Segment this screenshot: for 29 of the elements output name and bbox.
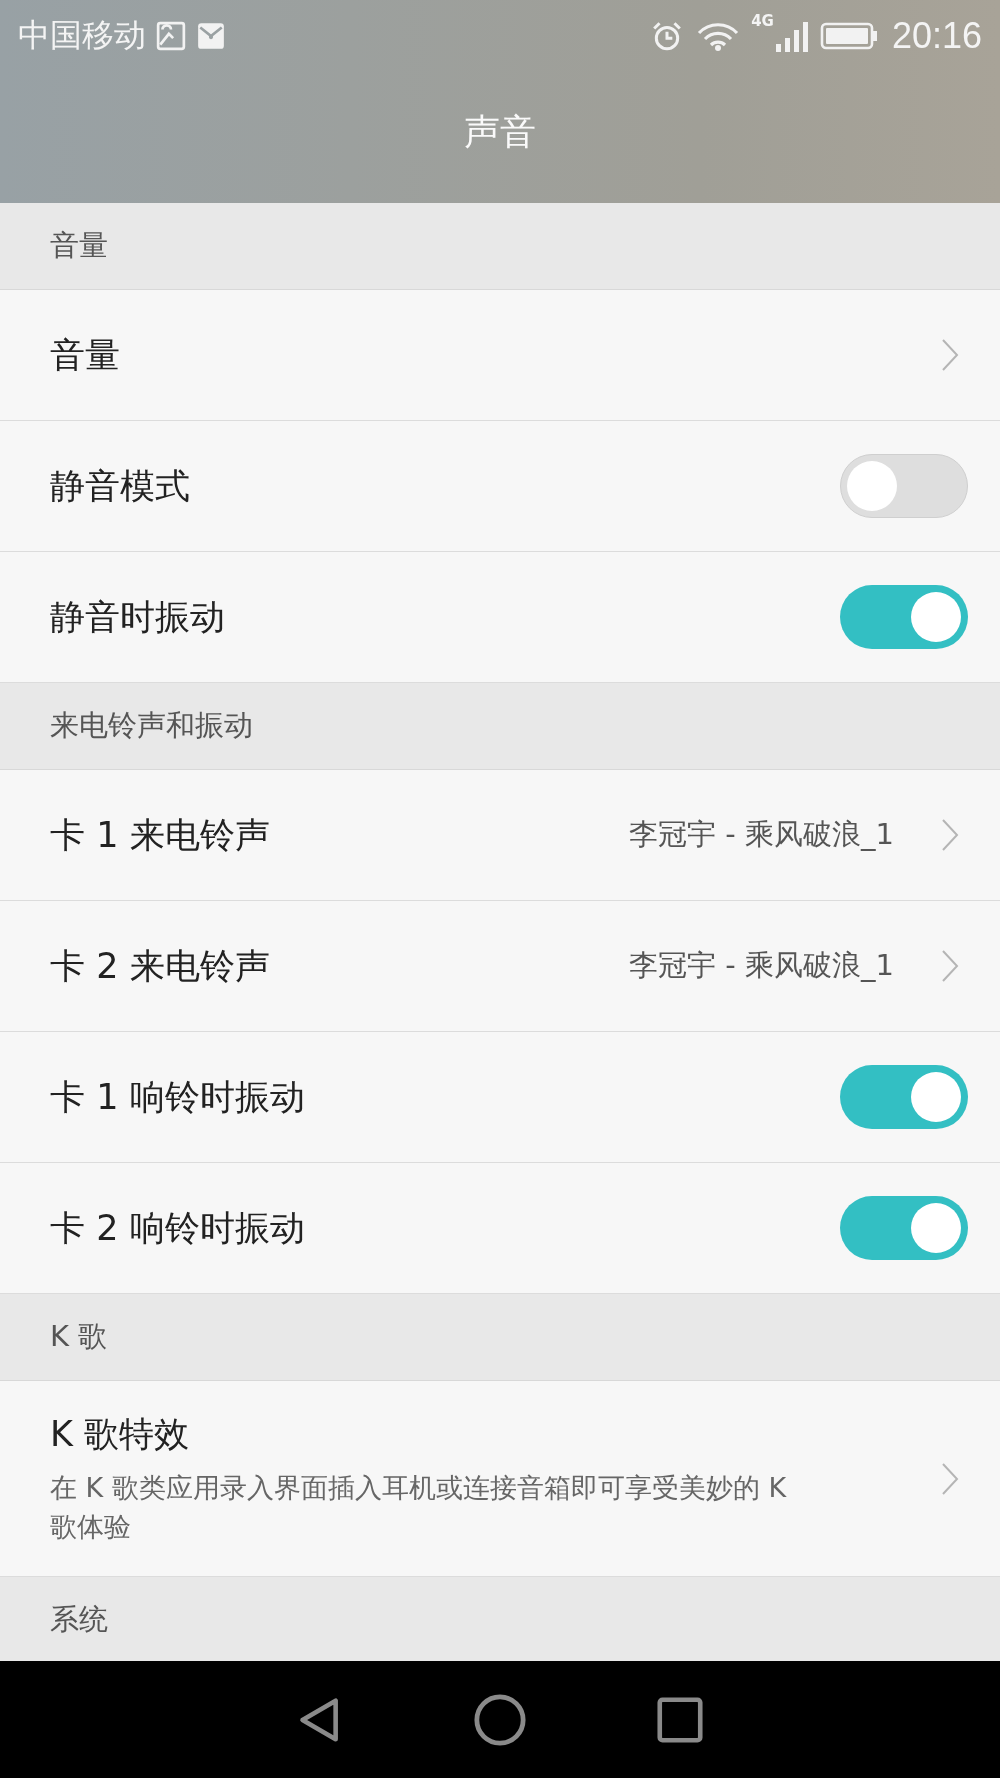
setting-label: K 歌特效 <box>50 1413 191 1456</box>
setting-label: 静音时振动 <box>50 595 226 639</box>
setting-value: 李冠宇 - 乘风破浪_1 <box>629 947 894 984</box>
setting-label: 卡 2 来电铃声 <box>50 944 271 988</box>
setting-label: 音量 <box>50 333 121 377</box>
chevron-icon <box>940 337 960 373</box>
chevron-icon <box>940 817 960 853</box>
setting-label: 卡 1 响铃时振动 <box>50 1075 306 1119</box>
setting-label: 静音模式 <box>50 464 191 508</box>
setting-label: 卡 2 响铃时振动 <box>50 1206 306 1250</box>
setting-description: 在 K 歌类应用录入界面插入耳机或连接音箱即可享受美妙的 K 歌体验 <box>50 1471 788 1545</box>
setting-value: 李冠宇 - 乘风破浪_1 <box>629 816 894 853</box>
envelope-icon <box>196 21 226 51</box>
page-title: 声音 <box>464 110 536 154</box>
carrier-name: 中国移动 <box>18 15 146 56</box>
image-icon <box>156 21 186 51</box>
recent-apps-icon[interactable] <box>657 1696 703 1743</box>
battery-icon <box>819 21 878 51</box>
signal-icon <box>773 20 810 52</box>
home-icon[interactable] <box>473 1692 527 1747</box>
section-title: K 歌 <box>50 1318 108 1355</box>
section-title: 系统 <box>50 1601 108 1639</box>
chevron-icon <box>940 948 960 984</box>
section-title: 来电铃声和振动 <box>50 707 253 744</box>
alarm-icon <box>651 20 684 52</box>
section-title: 音量 <box>50 227 108 264</box>
clock-time: 20:16 <box>891 15 982 57</box>
network-label: 4G <box>751 12 774 30</box>
setting-label: 卡 1 来电铃声 <box>50 813 271 857</box>
